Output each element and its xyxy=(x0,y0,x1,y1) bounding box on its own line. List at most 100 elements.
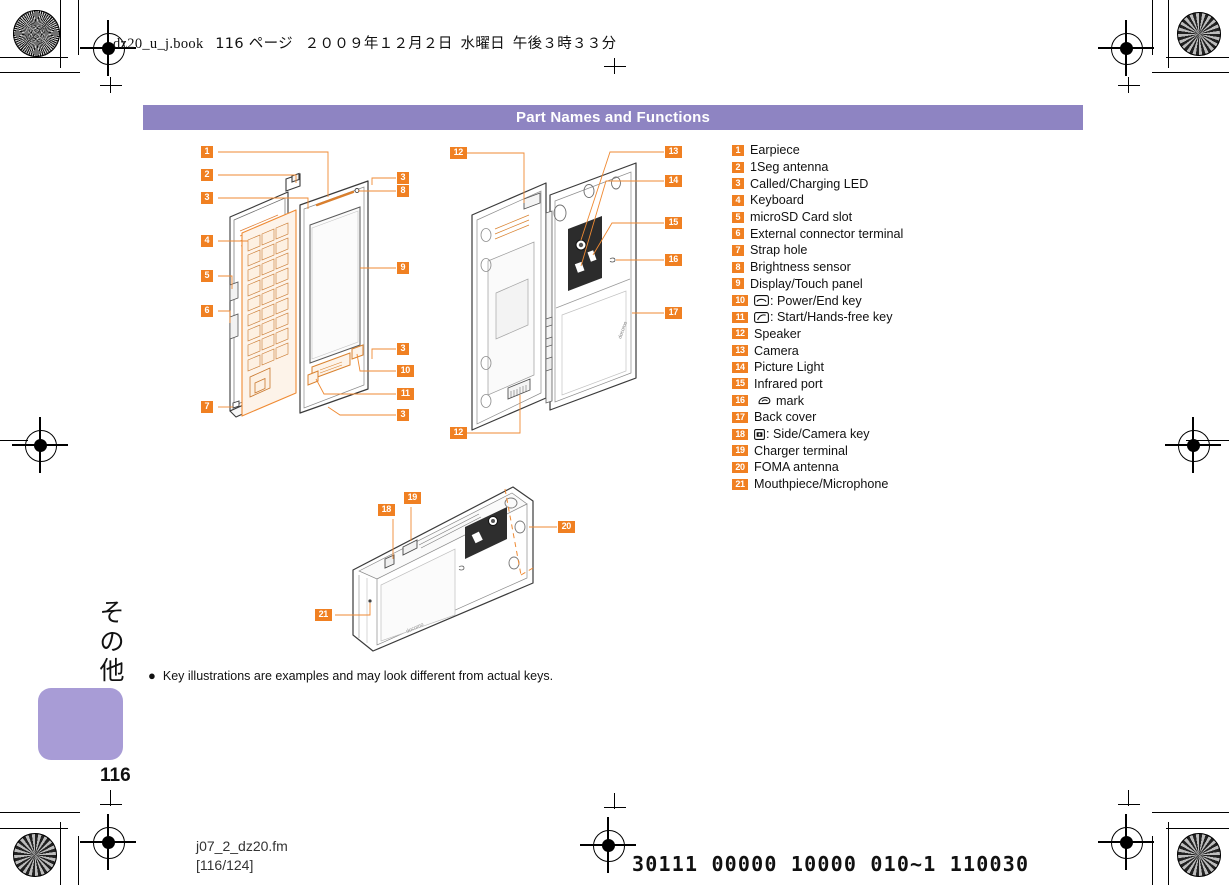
callout-6: 6 xyxy=(201,305,213,317)
figure-landscape-rear: docomo 18 19 20 21 xyxy=(315,475,595,660)
legend-item-13: 13 Camera xyxy=(732,342,1032,359)
legend-item-10: 10 : Power/End key xyxy=(732,292,1032,309)
legend-badge-7: 7 xyxy=(732,244,744,256)
callout-8: 8 xyxy=(397,185,409,197)
footer-slug: j07_2_dz20.fm [116/124] xyxy=(196,837,288,875)
legend-item-17: 17 Back cover xyxy=(732,409,1032,426)
chapter-tab-label: そ の 他 xyxy=(93,598,131,685)
legend-item-18: 18 : Side/Camera key xyxy=(732,426,1032,443)
legend-item-12: 12 Speaker xyxy=(732,326,1032,343)
legend-item-3: 3 Called/Charging LED xyxy=(732,175,1032,192)
callout-17: 17 xyxy=(665,307,682,319)
callout-2: 2 xyxy=(201,169,213,181)
legend-label-3: Called/Charging LED xyxy=(750,176,869,191)
page-title: Part Names and Functions xyxy=(515,109,710,126)
legend-item-8: 8 Brightness sensor xyxy=(732,259,1032,276)
legend-item-4: 4 Keyboard xyxy=(732,192,1032,209)
callout-3c: 3 xyxy=(397,343,409,355)
callout-4: 4 xyxy=(201,235,213,247)
legend-label-6: External connector terminal xyxy=(750,226,904,241)
legend-badge-13: 13 xyxy=(732,345,748,357)
legend-badge-4: 4 xyxy=(732,194,744,206)
legend-item-6: 6 External connector terminal xyxy=(732,225,1032,242)
figure-front-and-keyboard: 1 2 3 4 5 6 7 3 8 9 3 10 11 3 xyxy=(200,145,415,430)
legend-badge-8: 8 xyxy=(732,261,744,273)
legend-badge-5: 5 xyxy=(732,211,744,223)
legend-badge-20: 20 xyxy=(732,461,748,473)
legend-badge-1: 1 xyxy=(732,144,744,156)
legend-item-11: 11 : Start/Hands-free key xyxy=(732,309,1032,326)
legend-badge-15: 15 xyxy=(732,378,748,390)
legend-label-18: : Side/Camera key xyxy=(766,427,870,442)
legend-badge-21: 21 xyxy=(732,478,748,490)
legend-label-8: Brightness sensor xyxy=(750,260,851,275)
callout-21: 21 xyxy=(315,609,332,621)
legend-item-21: 21 Mouthpiece/Microphone xyxy=(732,476,1032,493)
figure-rear-views: docomo 12 12 13 14 15 16 17 xyxy=(450,143,685,443)
callout-16: 16 xyxy=(665,254,682,266)
legend-badge-9: 9 xyxy=(732,278,744,290)
callout-18: 18 xyxy=(378,504,395,516)
callout-12b: 12 xyxy=(450,427,467,439)
chapter-tab-char-1: そ xyxy=(99,598,125,627)
callout-3b: 3 xyxy=(397,172,409,184)
side-camera-key-icon xyxy=(754,428,765,440)
legend-label-7: Strap hole xyxy=(750,243,808,258)
legend-badge-19: 19 xyxy=(732,445,748,457)
footnote-bullet-icon: ● xyxy=(148,668,156,683)
legend-label-11: : Start/Hands-free key xyxy=(770,310,893,325)
legend-label-2: 1Seg antenna xyxy=(750,160,829,175)
callout-14: 14 xyxy=(665,175,682,187)
footer-filename: j07_2_dz20.fm xyxy=(196,838,288,854)
external-connector-shape xyxy=(229,313,239,340)
start-key-icon xyxy=(754,311,769,323)
callout-19: 19 xyxy=(404,492,421,504)
footnote: ● Key illustrations are examples and may… xyxy=(148,668,554,684)
callout-11: 11 xyxy=(397,388,414,400)
callout-13: 13 xyxy=(665,146,682,158)
section-title-bar: Part Names and Functions xyxy=(143,105,1083,130)
legend-label-10: : Power/End key xyxy=(770,293,862,308)
legend-badge-10: 10 xyxy=(732,295,748,307)
footnote-text: Key illustrations are examples and may l… xyxy=(162,669,554,683)
legend-label-4: Keyboard xyxy=(750,193,804,208)
legend-label-20: FOMA antenna xyxy=(754,460,839,475)
page-number: 116 xyxy=(100,765,131,786)
legend-item-15: 15 Infrared port xyxy=(732,376,1032,393)
legend-item-14: 14 Picture Light xyxy=(732,359,1032,376)
legend-label-13: Camera xyxy=(754,343,799,358)
legend-label-19: Charger terminal xyxy=(754,443,848,458)
legend-badge-16: 16 xyxy=(732,395,748,407)
legend-item-9: 9 Display/Touch panel xyxy=(732,276,1032,293)
footer-page-range: [116/124] xyxy=(196,857,254,873)
legend-badge-11: 11 xyxy=(732,311,748,323)
legend-badge-3: 3 xyxy=(732,178,744,190)
felica-mark-icon xyxy=(757,395,773,406)
chapter-tab-char-3: 他 xyxy=(99,656,125,685)
legend-item-16: 16 mark xyxy=(732,392,1032,409)
legend-item-5: 5 microSD Card slot xyxy=(732,209,1032,226)
legend-item-1: 1 Earpiece xyxy=(732,142,1032,159)
callout-15: 15 xyxy=(665,217,682,229)
callout-12a: 12 xyxy=(450,147,467,159)
legend-label-1: Earpiece xyxy=(750,143,800,158)
legend-item-7: 7 Strap hole xyxy=(732,242,1032,259)
callout-10: 10 xyxy=(397,365,414,377)
chapter-tab-char-2: の xyxy=(99,627,125,656)
legend-badge-18: 18 xyxy=(732,428,748,440)
legend-label-16: mark xyxy=(776,393,804,408)
legend-badge-2: 2 xyxy=(732,161,744,173)
callout-5: 5 xyxy=(201,270,213,282)
end-key-icon xyxy=(754,295,769,306)
legend-badge-14: 14 xyxy=(732,361,748,373)
callout-3a: 3 xyxy=(201,192,213,204)
parts-legend-list: 1 Earpiece 2 1Seg antenna 3 Called/Charg… xyxy=(732,142,1032,492)
callout-9: 9 xyxy=(397,262,409,274)
legend-label-21: Mouthpiece/Microphone xyxy=(754,477,889,492)
legend-badge-6: 6 xyxy=(732,228,744,240)
legend-item-19: 19 Charger terminal xyxy=(732,442,1032,459)
legend-label-12: Speaker xyxy=(754,326,801,341)
callout-3d: 3 xyxy=(397,409,409,421)
legend-item-20: 20 FOMA antenna xyxy=(732,459,1032,476)
callout-20: 20 xyxy=(558,521,575,533)
